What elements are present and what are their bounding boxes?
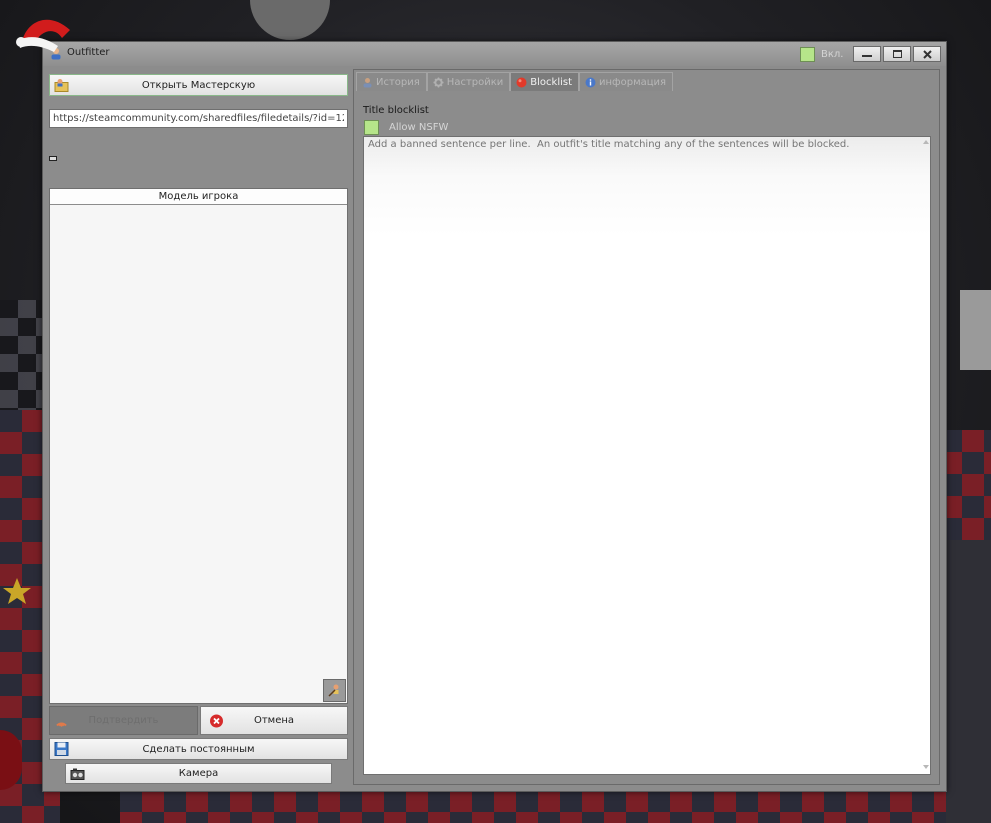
signal-icon — [56, 722, 67, 727]
tab-info-label: информация — [599, 76, 667, 88]
enable-toggle[interactable]: Вкл. — [800, 46, 843, 62]
minimize-button[interactable] — [853, 46, 881, 62]
camera-icon — [70, 768, 85, 780]
tab-settings[interactable]: Настройки — [426, 72, 511, 91]
close-icon — [922, 49, 932, 59]
blocklist-textarea[interactable] — [363, 136, 931, 775]
tab-settings-label: Настройки — [446, 76, 504, 88]
camera-button[interactable]: Камера — [65, 763, 332, 784]
star-decoration — [3, 578, 31, 604]
cancel-icon — [210, 714, 223, 727]
title-bar[interactable]: Outfitter Вкл. — [43, 42, 946, 66]
maximize-icon — [892, 50, 902, 58]
small-handle[interactable] — [49, 156, 57, 161]
info-icon — [585, 77, 596, 87]
cancel-button[interactable]: Отмена — [200, 706, 348, 735]
user-icon — [363, 77, 372, 87]
cancel-label: Отмена — [253, 715, 295, 726]
make-permanent-label: Сделать постоянным — [142, 743, 255, 755]
model-tool-button[interactable] — [323, 679, 346, 702]
stop-icon — [516, 77, 527, 87]
title-blocklist-heading: Title blocklist — [363, 105, 429, 116]
workshop-url-input[interactable] — [49, 109, 348, 128]
scroll-down-icon[interactable] — [923, 765, 929, 769]
scroll-up-icon[interactable] — [923, 140, 929, 144]
tab-history[interactable]: История — [356, 72, 427, 91]
confirm-label: Подтвердить — [88, 715, 159, 726]
close-button[interactable] — [913, 46, 941, 62]
open-workshop-label: Открыть Мастерскую — [141, 79, 256, 91]
allow-nsfw-label: Allow NSFW — [389, 122, 449, 133]
tab-panel: История Настройки Blocklist информация T… — [353, 69, 940, 785]
enable-label: Вкл. — [821, 48, 844, 60]
tab-blocklist-label: Blocklist — [530, 76, 573, 88]
player-model-panel[interactable]: Модель игрока — [49, 188, 348, 704]
minimize-icon — [862, 55, 872, 57]
confirm-button[interactable]: Подтвердить — [49, 706, 198, 735]
open-workshop-button[interactable]: Открыть Мастерскую — [49, 74, 348, 96]
folder-user-icon — [54, 79, 69, 92]
outfitter-window: Outfitter Вкл. Открыть Мастерскую Модель… — [42, 41, 947, 792]
santa-hat-icon — [16, 19, 70, 52]
allow-nsfw-checkbox[interactable] — [364, 120, 379, 135]
enable-checkbox[interactable] — [800, 46, 815, 62]
camera-label: Камера — [178, 768, 219, 779]
player-model-header: Модель игрока — [50, 189, 347, 205]
maximize-button[interactable] — [883, 46, 911, 62]
tab-blocklist[interactable]: Blocklist — [510, 72, 580, 91]
tab-history-label: История — [376, 76, 420, 88]
tab-bar: История Настройки Blocklist информация — [356, 72, 674, 91]
gear-icon — [433, 77, 444, 87]
make-permanent-button[interactable]: Сделать постоянным — [49, 738, 348, 760]
save-icon — [54, 742, 69, 756]
wand-user-icon — [328, 684, 339, 697]
tab-info[interactable]: информация — [579, 72, 674, 91]
allow-nsfw-toggle[interactable]: Allow NSFW — [364, 120, 448, 135]
